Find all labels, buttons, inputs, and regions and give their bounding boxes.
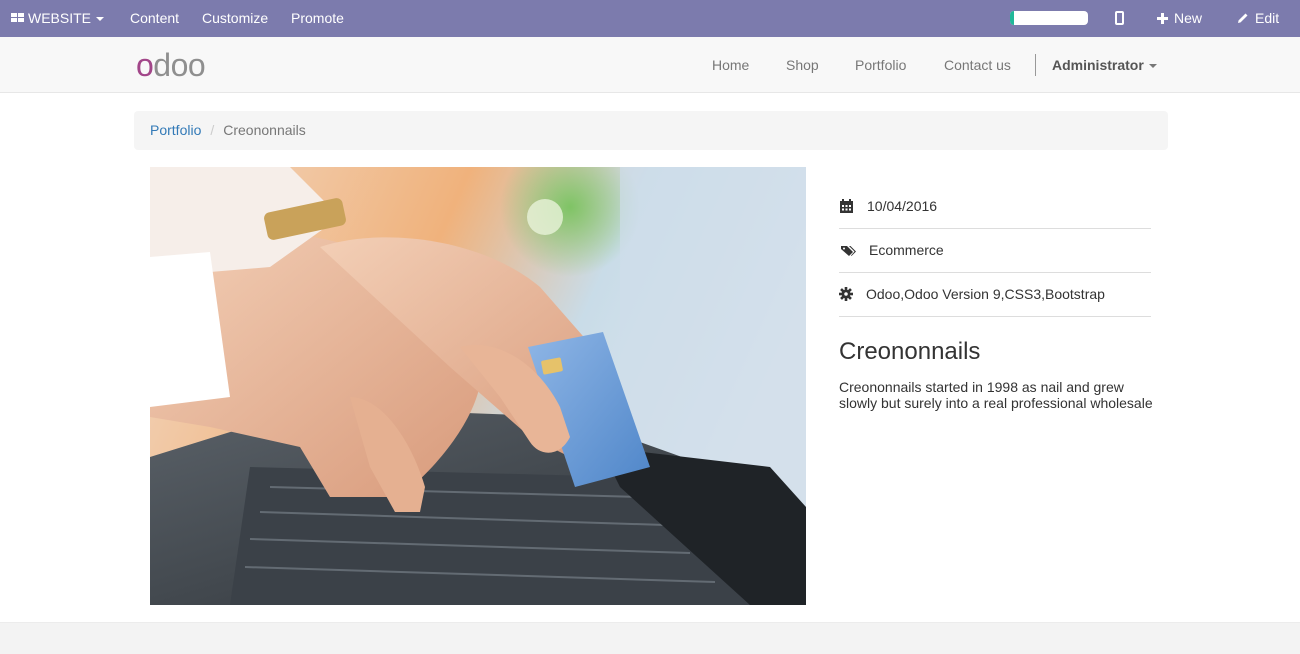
new-button-label: New xyxy=(1174,10,1203,26)
gear-icon xyxy=(839,287,853,301)
project-image xyxy=(150,167,806,605)
website-menu-button[interactable]: WEBSITE xyxy=(11,0,105,37)
promote-menu[interactable]: Promote xyxy=(291,0,344,37)
chevron-down-icon xyxy=(96,17,105,22)
edit-button-label: Edit xyxy=(1255,10,1280,26)
logo-letter-o: o xyxy=(136,47,154,83)
breadcrumb-current: Creononnails xyxy=(223,122,306,138)
breadcrumb-separator: / xyxy=(210,122,215,138)
mobile-preview-icon[interactable] xyxy=(1115,11,1124,25)
page-footer xyxy=(0,622,1300,654)
nav-portfolio[interactable]: Portfolio xyxy=(855,57,906,73)
website-menu-label: WEBSITE xyxy=(28,10,92,26)
site-header: odoo Home Shop Portfolio Contact us Admi… xyxy=(0,37,1300,93)
customize-menu[interactable]: Customize xyxy=(202,0,268,37)
nav-shop[interactable]: Shop xyxy=(786,57,819,73)
project-category: Ecommerce xyxy=(869,242,944,258)
project-description: Creononnails started in 1998 as nail and… xyxy=(839,379,1153,411)
progress-fill xyxy=(1010,11,1014,25)
tags-icon xyxy=(841,246,856,256)
breadcrumb-portfolio-link[interactable]: Portfolio xyxy=(150,122,201,138)
nav-contact-us[interactable]: Contact us xyxy=(944,57,1011,73)
onboarding-progress-bar[interactable] xyxy=(1010,11,1088,25)
breadcrumb: Portfolio / Creononnails xyxy=(134,111,1168,150)
project-date: 10/04/2016 xyxy=(867,198,938,214)
calendar-icon xyxy=(840,199,853,213)
project-title: Creononnails xyxy=(839,338,981,365)
nav-home[interactable]: Home xyxy=(712,57,749,73)
nav-divider xyxy=(1035,54,1036,76)
content-menu[interactable]: Content xyxy=(130,0,179,37)
chevron-down-icon xyxy=(1148,64,1157,69)
project-technologies: Odoo,Odoo Version 9,CSS3,Bootstrap xyxy=(866,286,1105,302)
pencil-icon xyxy=(1238,13,1248,23)
project-date-row: 10/04/2016 xyxy=(839,185,1151,229)
project-category-row: Ecommerce xyxy=(839,229,1151,273)
apps-grid-icon xyxy=(11,13,25,23)
website-admin-bar: WEBSITE Content Customize Promote New Ed… xyxy=(0,0,1300,37)
project-technologies-row: Odoo,Odoo Version 9,CSS3,Bootstrap xyxy=(839,273,1151,317)
company-logo[interactable]: odoo xyxy=(136,47,206,83)
credit-card-payment-photo xyxy=(150,167,806,605)
logo-text: doo xyxy=(153,47,206,83)
edit-button[interactable]: Edit xyxy=(1237,0,1279,37)
user-name: Administrator xyxy=(1052,57,1144,73)
new-button[interactable]: New xyxy=(1157,0,1202,37)
user-menu[interactable]: Administrator xyxy=(1052,57,1157,73)
plus-icon xyxy=(1157,13,1168,24)
